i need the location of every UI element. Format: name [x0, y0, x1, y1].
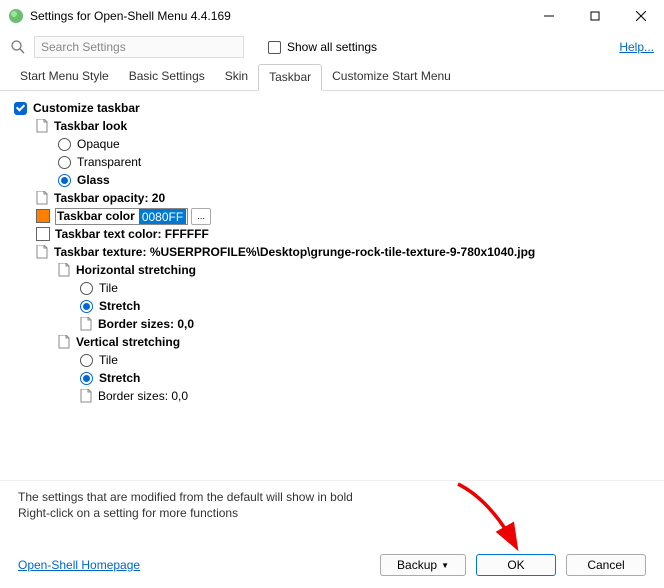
setting-label: Taskbar text color: FFFFFF	[55, 225, 209, 243]
document-icon	[36, 191, 48, 205]
radio-label: Stretch	[99, 297, 140, 315]
document-icon	[58, 263, 70, 277]
cancel-button[interactable]: Cancel	[566, 554, 646, 576]
setting-vstretch[interactable]: Vertical stretching	[14, 333, 654, 351]
setting-texture[interactable]: Taskbar texture: %USERPROFILE%\Desktop\g…	[14, 243, 654, 261]
setting-label: Taskbar texture: %USERPROFILE%\Desktop\g…	[54, 243, 535, 261]
radio-label: Opaque	[77, 135, 120, 153]
homepage-link[interactable]: Open-Shell Homepage	[18, 558, 140, 572]
radio-label: Transparent	[77, 153, 141, 171]
settings-panel: Customize taskbar Taskbar look Opaque Tr…	[0, 91, 664, 481]
minimize-button[interactable]	[526, 0, 572, 32]
help-link[interactable]: Help...	[619, 40, 654, 54]
radio-off-icon	[80, 354, 93, 367]
radio-h-tile[interactable]: Tile	[14, 279, 654, 297]
bottom-bar: Open-Shell Homepage Backup ▼ OK Cancel	[0, 554, 664, 576]
checkbox-checked-icon	[14, 102, 27, 115]
setting-customize-taskbar[interactable]: Customize taskbar	[14, 99, 654, 117]
checkbox-icon	[268, 41, 281, 54]
setting-label: Border sizes: 0,0	[98, 315, 194, 333]
note-line: Right-click on a setting for more functi…	[18, 505, 646, 521]
setting-label: Customize taskbar	[33, 99, 140, 117]
radio-off-icon	[58, 156, 71, 169]
setting-text-color[interactable]: Taskbar text color: FFFFFF	[14, 225, 654, 243]
setting-label: Taskbar look	[54, 117, 127, 135]
radio-v-tile[interactable]: Tile	[14, 351, 654, 369]
radio-off-icon	[58, 138, 71, 151]
radio-v-stretch[interactable]: Stretch	[14, 369, 654, 387]
radio-opaque[interactable]: Opaque	[14, 135, 654, 153]
setting-hstretch[interactable]: Horizontal stretching	[14, 261, 654, 279]
search-placeholder: Search Settings	[41, 40, 126, 54]
color-swatch	[36, 227, 50, 241]
setting-opacity[interactable]: Taskbar opacity: 20	[14, 189, 654, 207]
tab-customize-start-menu[interactable]: Customize Start Menu	[322, 64, 461, 90]
close-button[interactable]	[618, 0, 664, 32]
setting-v-border[interactable]: Border sizes: 0,0	[14, 387, 654, 405]
tab-start-menu-style[interactable]: Start Menu Style	[10, 64, 119, 90]
document-icon	[36, 119, 48, 133]
document-icon	[58, 335, 70, 349]
search-input[interactable]: Search Settings	[34, 36, 244, 58]
tab-bar: Start Menu Style Basic Settings Skin Tas…	[0, 64, 664, 91]
radio-label: Tile	[99, 279, 118, 297]
button-label: Backup	[397, 558, 437, 572]
setting-label: Taskbar color	[57, 207, 135, 225]
tab-basic-settings[interactable]: Basic Settings	[119, 64, 215, 90]
radio-label: Tile	[99, 351, 118, 369]
browse-button[interactable]: ...	[191, 208, 211, 225]
radio-on-icon	[80, 300, 93, 313]
window-title: Settings for Open-Shell Menu 4.4.169	[30, 9, 231, 23]
radio-transparent[interactable]: Transparent	[14, 153, 654, 171]
radio-on-icon	[58, 174, 71, 187]
search-icon	[10, 39, 26, 55]
setting-label: Border sizes: 0,0	[98, 387, 188, 405]
tab-skin[interactable]: Skin	[215, 64, 258, 90]
setting-h-border[interactable]: Border sizes: 0,0	[14, 315, 654, 333]
setting-label: Horizontal stretching	[76, 261, 196, 279]
color-swatch	[36, 209, 50, 223]
show-all-label: Show all settings	[287, 40, 377, 54]
setting-label: Vertical stretching	[76, 333, 180, 351]
help-notes: The settings that are modified from the …	[0, 481, 664, 529]
radio-label: Glass	[77, 171, 110, 189]
setting-taskbar-look[interactable]: Taskbar look	[14, 117, 654, 135]
button-label: OK	[507, 558, 524, 572]
radio-glass[interactable]: Glass	[14, 171, 654, 189]
button-label: Cancel	[587, 558, 624, 572]
ok-button[interactable]: OK	[476, 554, 556, 576]
color-value-input[interactable]: 0080FF	[139, 209, 186, 224]
document-icon	[36, 245, 48, 259]
title-bar: Settings for Open-Shell Menu 4.4.169	[0, 0, 664, 32]
show-all-checkbox[interactable]: Show all settings	[268, 40, 377, 54]
setting-taskbar-color[interactable]: Taskbar color 0080FF ...	[14, 207, 654, 225]
backup-button[interactable]: Backup ▼	[380, 554, 466, 576]
chevron-down-icon: ▼	[441, 561, 449, 570]
radio-on-icon	[80, 372, 93, 385]
radio-label: Stretch	[99, 369, 140, 387]
toolbar: Search Settings Show all settings Help..…	[0, 32, 664, 64]
document-icon	[80, 317, 92, 331]
radio-h-stretch[interactable]: Stretch	[14, 297, 654, 315]
note-line: The settings that are modified from the …	[18, 489, 646, 505]
setting-label: Taskbar opacity: 20	[54, 189, 165, 207]
radio-off-icon	[80, 282, 93, 295]
maximize-button[interactable]	[572, 0, 618, 32]
tab-taskbar[interactable]: Taskbar	[258, 64, 322, 91]
document-icon	[80, 389, 92, 403]
app-icon	[8, 8, 24, 24]
